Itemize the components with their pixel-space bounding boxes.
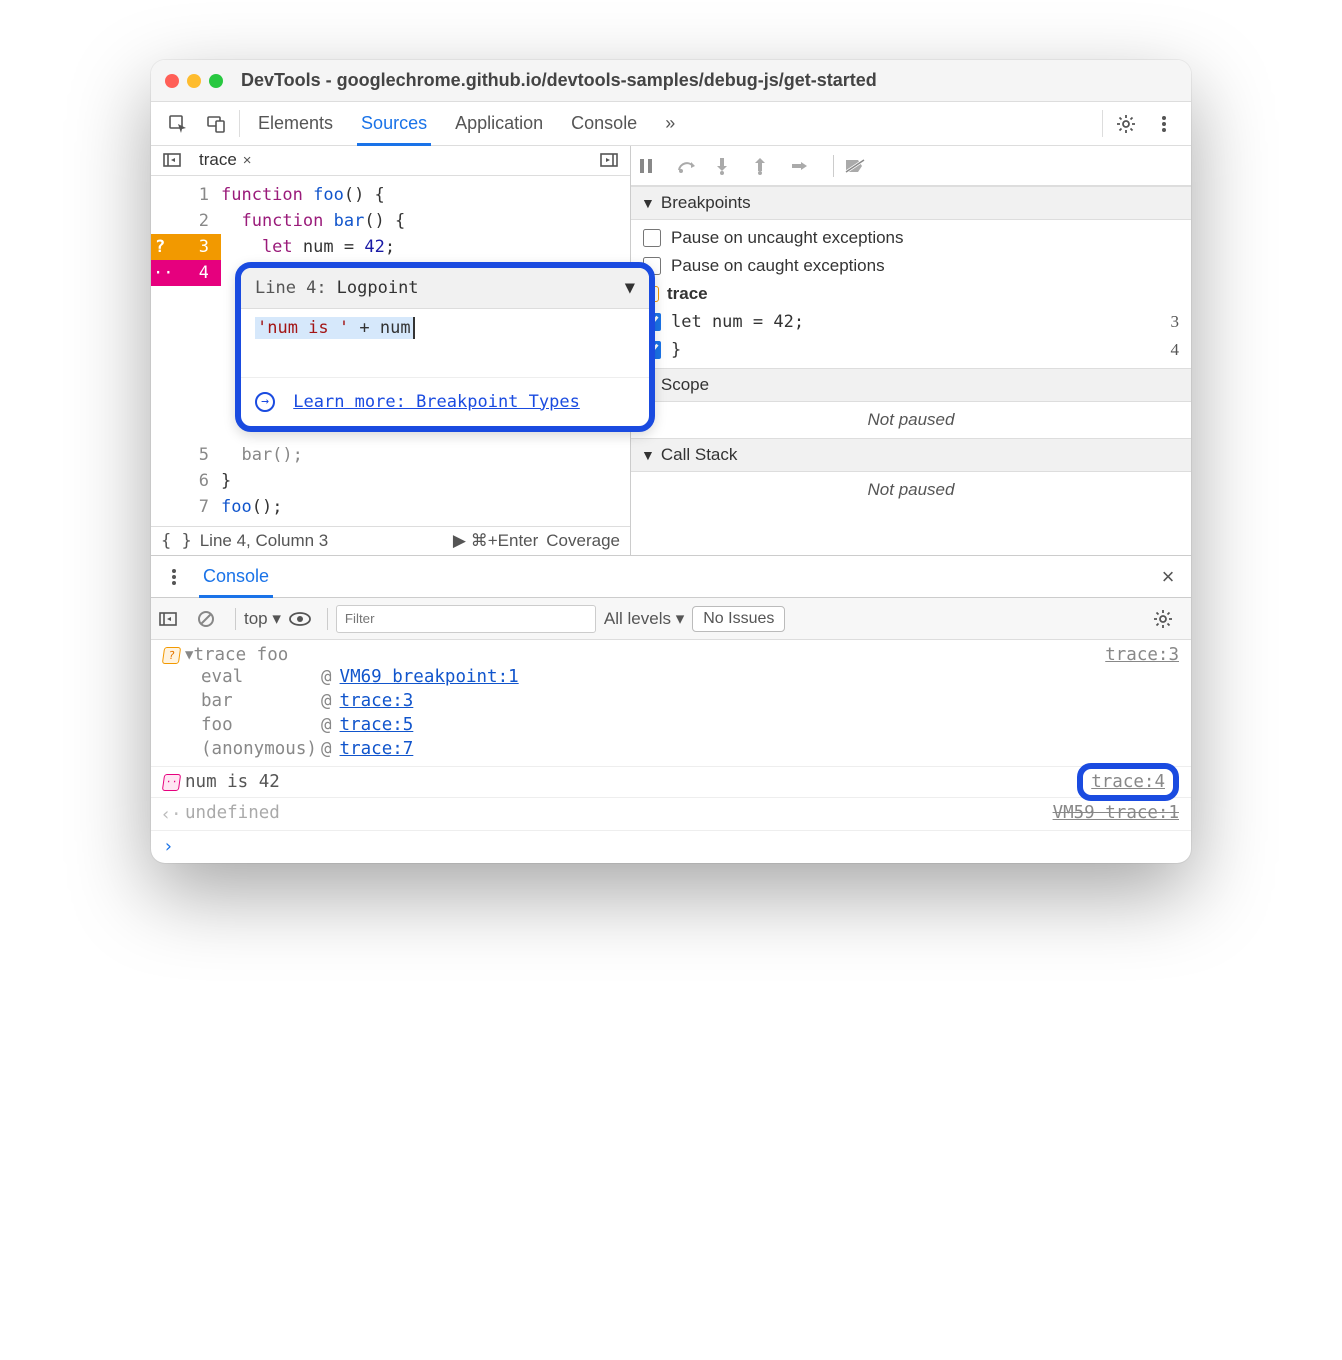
- source-link: VM69 breakpoint:1: [340, 667, 519, 687]
- stack-frame[interactable]: foo@trace:5: [201, 713, 1105, 737]
- stack-frame[interactable]: bar@trace:3: [201, 689, 1105, 713]
- source-link-highlighted[interactable]: trace:4: [1077, 763, 1179, 801]
- live-expression-icon[interactable]: [289, 612, 319, 626]
- breakpoint-line-conditional[interactable]: 3: [151, 234, 221, 260]
- tab-application[interactable]: Application: [441, 102, 557, 145]
- line-number[interactable]: 5: [151, 442, 221, 468]
- source-link: trace:3: [340, 691, 414, 711]
- console-trace-group[interactable]: ? ▼trace foo eval@VM69 breakpoint:1 bar@…: [151, 640, 1191, 766]
- more-menu-icon[interactable]: [1145, 102, 1183, 145]
- return-arrow-icon: ‹·: [157, 803, 185, 825]
- tab-sources[interactable]: Sources: [347, 102, 441, 145]
- step-over-icon[interactable]: [677, 158, 709, 174]
- line-number[interactable]: 1: [151, 182, 221, 208]
- minimize-window-button[interactable]: [187, 74, 201, 88]
- tab-console[interactable]: Console: [557, 102, 651, 145]
- log-levels-selector[interactable]: All levels ▾: [604, 609, 684, 629]
- window-title: DevTools - googlechrome.github.io/devtoo…: [241, 70, 877, 91]
- sources-pane: trace × 1 2 3 4 5 6 7 function foo(: [151, 146, 631, 555]
- deactivate-breakpoints-icon[interactable]: [844, 158, 876, 174]
- console-toolbar: top ▾ All levels ▾ No Issues: [151, 598, 1191, 640]
- breakpoint-type-select[interactable]: Logpoint: [337, 278, 625, 298]
- source-link: trace:7: [340, 739, 414, 759]
- context-selector[interactable]: top ▾: [244, 609, 281, 629]
- tabs-overflow[interactable]: »: [651, 102, 689, 145]
- breakpoint-edit-popup: Line 4: Logpoint ▼ 'num is ' + num → Lea…: [235, 262, 655, 432]
- popup-footer: → Learn more: Breakpoint Types: [241, 377, 649, 426]
- line-number[interactable]: 2: [151, 208, 221, 234]
- panel-tabstrip: Elements Sources Application Console »: [151, 102, 1191, 146]
- arrow-right-circle-icon: →: [255, 392, 275, 412]
- console-return-entry: ‹· undefined VM59 trace:1: [151, 797, 1191, 830]
- close-tab-icon[interactable]: ×: [243, 152, 252, 169]
- scope-section-header[interactable]: ▼Scope: [631, 368, 1191, 402]
- step-out-icon[interactable]: [753, 157, 785, 175]
- dropdown-icon[interactable]: ▼: [625, 278, 635, 298]
- console-prompt[interactable]: ›: [151, 830, 1191, 863]
- source-link[interactable]: trace:3: [1105, 645, 1179, 665]
- line-number[interactable]: 7: [151, 494, 221, 520]
- conditional-breakpoint-icon: ?: [161, 647, 180, 664]
- logpoint-expression-input[interactable]: 'num is ' + num: [241, 309, 649, 347]
- device-toggle-icon[interactable]: [197, 102, 235, 145]
- code-editor[interactable]: 1 2 3 4 5 6 7 function foo() { function …: [151, 176, 630, 526]
- callstack-section-header[interactable]: ▼Call Stack: [631, 438, 1191, 472]
- stack-frame[interactable]: eval@VM69 breakpoint:1: [201, 665, 1105, 689]
- cursor-position: Line 4, Column 3: [200, 531, 329, 551]
- debugger-toggle-icon[interactable]: [592, 153, 626, 167]
- clear-console-icon[interactable]: [197, 610, 227, 628]
- breakpoint-entry[interactable]: }4: [631, 336, 1191, 364]
- close-window-button[interactable]: [165, 74, 179, 88]
- breakpoint-entry[interactable]: let num = 42;3: [631, 308, 1191, 336]
- callstack-not-paused: Not paused: [631, 472, 1191, 508]
- console-filter-input[interactable]: [336, 605, 596, 633]
- scope-not-paused: Not paused: [631, 402, 1191, 438]
- navigator-toggle-icon[interactable]: [155, 153, 189, 167]
- tab-elements[interactable]: Elements: [244, 102, 347, 145]
- return-value: undefined: [185, 803, 1053, 823]
- console-log-entry: ·· num is 42 trace:4: [151, 766, 1191, 797]
- step-icon[interactable]: [791, 160, 823, 172]
- console-settings-icon[interactable]: [1153, 609, 1183, 629]
- main-split: trace × 1 2 3 4 5 6 7 function foo(: [151, 146, 1191, 556]
- step-into-icon[interactable]: [715, 157, 747, 175]
- breakpoint-file[interactable]: trace: [631, 280, 1191, 308]
- file-tab-bar: trace ×: [151, 146, 630, 176]
- pretty-print-button[interactable]: { }: [161, 531, 192, 551]
- pause-caught-toggle[interactable]: Pause on caught exceptions: [631, 252, 1191, 280]
- pause-icon[interactable]: [639, 158, 671, 174]
- drawer-menu-icon[interactable]: [157, 556, 191, 597]
- pause-uncaught-toggle[interactable]: Pause on uncaught exceptions: [631, 224, 1191, 252]
- console-output: ? ▼trace foo eval@VM69 breakpoint:1 bar@…: [151, 640, 1191, 863]
- debugger-toolbar: [631, 146, 1191, 186]
- learn-more-link[interactable]: Learn more: Breakpoint Types: [293, 392, 580, 412]
- source-link[interactable]: VM59 trace:1: [1053, 803, 1179, 823]
- devtools-window: DevTools - googlechrome.github.io/devtoo…: [151, 60, 1191, 863]
- line-gutter[interactable]: 1 2 3 4 5 6 7: [151, 176, 221, 526]
- console-sidebar-toggle-icon[interactable]: [159, 612, 189, 626]
- source-link: trace:5: [340, 715, 414, 735]
- drawer-tab-console[interactable]: Console: [191, 556, 281, 597]
- line-number[interactable]: 6: [151, 468, 221, 494]
- stack-frame[interactable]: (anonymous)@trace:7: [201, 737, 1105, 761]
- inspect-icon[interactable]: [159, 102, 197, 145]
- file-tab-trace[interactable]: trace ×: [189, 146, 262, 175]
- run-snippet-hint: ▶ ⌘+Enter: [453, 531, 538, 551]
- popup-header: Line 4: Logpoint ▼: [241, 268, 649, 309]
- coverage-label[interactable]: Coverage: [546, 531, 620, 551]
- titlebar: DevTools - googlechrome.github.io/devtoo…: [151, 60, 1191, 102]
- breakpoint-line-logpoint[interactable]: 4: [151, 260, 221, 286]
- popup-line-label: Line 4:: [255, 278, 327, 298]
- drawer-tabstrip: Console ×: [151, 556, 1191, 598]
- log-message: num is 42: [185, 772, 1077, 792]
- zoom-window-button[interactable]: [209, 74, 223, 88]
- debugger-pane: ▼Breakpoints Pause on uncaught exception…: [631, 146, 1191, 555]
- file-tab-label: trace: [199, 150, 237, 170]
- settings-icon[interactable]: [1107, 102, 1145, 145]
- editor-footer: { } Line 4, Column 3 ▶ ⌘+Enter Coverage: [151, 526, 630, 556]
- logpoint-icon: ··: [161, 774, 180, 791]
- issues-button[interactable]: No Issues: [692, 606, 785, 632]
- close-drawer-icon[interactable]: ×: [1151, 556, 1185, 597]
- breakpoints-section-header[interactable]: ▼Breakpoints: [631, 186, 1191, 220]
